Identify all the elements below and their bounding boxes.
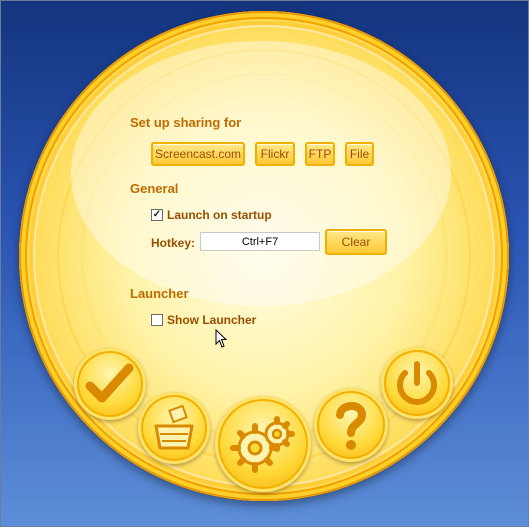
file-button[interactable]: File bbox=[345, 142, 374, 166]
launch-on-startup-option[interactable]: ✓ Launch on startup bbox=[151, 208, 272, 222]
ftp-button[interactable]: FTP bbox=[305, 142, 335, 166]
app-window: Set up sharing for Screencast.com Flickr… bbox=[0, 0, 529, 527]
show-launcher-label: Show Launcher bbox=[167, 313, 257, 327]
show-launcher-option[interactable]: Show Launcher bbox=[151, 313, 256, 327]
screencast-button[interactable]: Screencast.com bbox=[151, 142, 245, 166]
clear-button[interactable]: Clear bbox=[325, 229, 387, 255]
help-button[interactable] bbox=[314, 388, 388, 462]
checkmark-icon bbox=[85, 363, 134, 403]
show-launcher-checkbox[interactable] bbox=[151, 314, 163, 326]
hotkey-label: Hotkey: bbox=[151, 236, 196, 250]
power-icon bbox=[397, 361, 437, 406]
capture-button[interactable] bbox=[138, 392, 210, 464]
launch-on-startup-checkbox[interactable]: ✓ bbox=[151, 209, 163, 221]
hotkey-field[interactable] bbox=[200, 232, 320, 251]
disc-gloss bbox=[71, 41, 451, 306]
general-heading: General bbox=[130, 181, 179, 196]
gears-icon bbox=[230, 416, 295, 473]
launcher-heading: Launcher bbox=[130, 286, 189, 301]
flickr-button[interactable]: Flickr bbox=[255, 142, 295, 166]
launch-on-startup-label: Launch on startup bbox=[167, 208, 272, 222]
mouse-cursor-icon bbox=[215, 329, 228, 348]
question-mark-icon bbox=[336, 402, 367, 450]
settings-button[interactable] bbox=[215, 396, 311, 492]
power-button[interactable] bbox=[381, 347, 453, 419]
sharing-heading: Set up sharing for bbox=[130, 115, 242, 130]
capture-tray-icon bbox=[154, 404, 194, 450]
ok-button[interactable] bbox=[74, 348, 146, 420]
